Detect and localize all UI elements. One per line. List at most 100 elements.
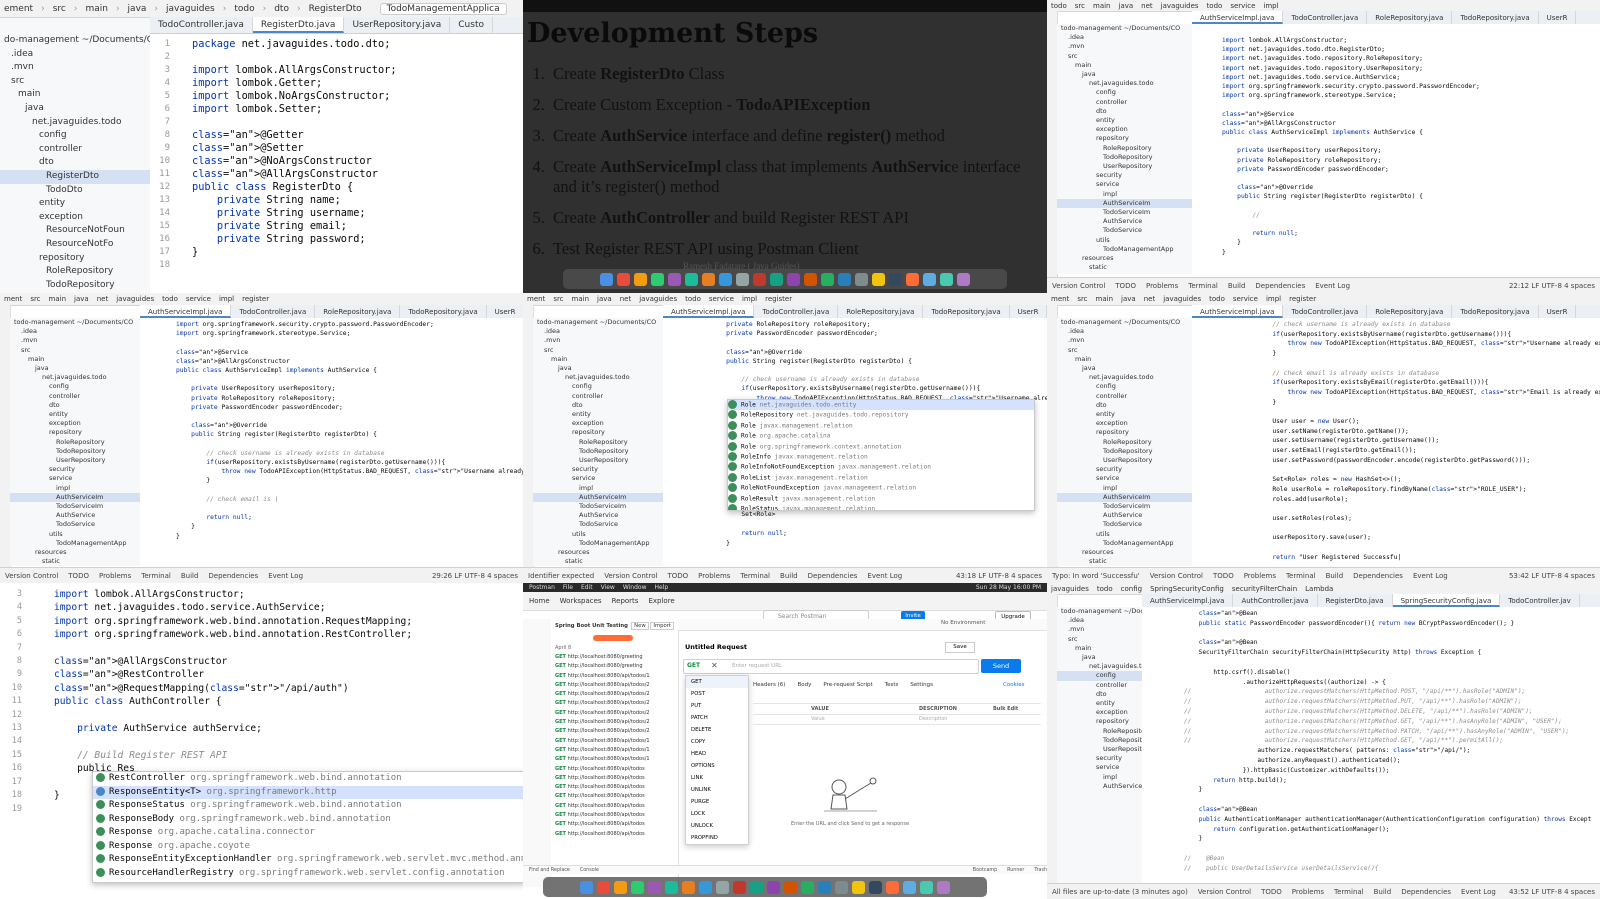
- environment-select[interactable]: No Environment: [941, 620, 985, 626]
- tool-window-button[interactable]: Problems: [1287, 888, 1329, 896]
- tree-item[interactable]: .idea: [1057, 616, 1142, 625]
- tree-item[interactable]: .idea: [10, 327, 140, 336]
- completion-item[interactable]: ResponseStatus org.springframework.web.b…: [93, 799, 523, 813]
- dock-app-icon[interactable]: [838, 272, 851, 286]
- tree-item[interactable]: entity: [1057, 699, 1142, 708]
- completion-item[interactable]: Role javax.management.relation: [728, 420, 1034, 431]
- tree-item[interactable]: dto: [1057, 690, 1142, 699]
- tree-item[interactable]: UserRepository: [10, 456, 140, 465]
- tree-item[interactable]: utils: [1057, 236, 1192, 245]
- tool-window-button[interactable]: Version Control: [1193, 888, 1256, 896]
- breadcrumb-item[interactable]: src: [49, 4, 70, 14]
- dock-app-icon[interactable]: [889, 272, 902, 286]
- nav-item[interactable]: Reports: [612, 597, 639, 605]
- tree-item[interactable]: UserRepository: [1057, 456, 1192, 465]
- dock-app-icon[interactable]: [580, 880, 593, 894]
- tree-item[interactable]: RegisterDto: [0, 169, 150, 184]
- tree-item[interactable]: repository: [533, 428, 663, 437]
- tree-item[interactable]: java: [10, 364, 140, 373]
- tool-window-button[interactable]: Event Log: [862, 572, 907, 580]
- tool-window-button[interactable]: Version Control: [599, 572, 662, 580]
- tree-item[interactable]: .idea: [0, 48, 150, 62]
- editor-tab[interactable]: AuthServiceImpl.java: [1192, 11, 1284, 24]
- tree-item[interactable]: resources: [533, 548, 663, 557]
- tree-item[interactable]: .mvn: [1057, 42, 1192, 51]
- completion-popup[interactable]: Role net.javaguides.todo.entity RoleRepos…: [727, 399, 1035, 511]
- dock-app-icon[interactable]: [716, 880, 729, 894]
- completion-item[interactable]: ResponseEntity<T> org.springframework.ht…: [93, 785, 523, 799]
- new-button[interactable]: New: [631, 622, 649, 630]
- tree-item[interactable]: exception: [533, 419, 663, 428]
- editor-tab[interactable]: SpringSecurityConfig.java: [1392, 594, 1501, 607]
- history-item[interactable]: GET http://localhost:8080/api/todos/2: [555, 718, 676, 727]
- tree-item[interactable]: service: [1057, 763, 1142, 772]
- tree-item[interactable]: UserRepository: [1057, 162, 1192, 171]
- editor-tab[interactable]: TodoController.jav: [1500, 594, 1580, 607]
- tree-item[interactable]: net.javaguides.todo: [0, 116, 150, 130]
- breadcrumb-item[interactable]: java: [124, 4, 151, 14]
- history-item[interactable]: GET http://localhost:8080/api/todos/1: [555, 746, 676, 755]
- tree-item[interactable]: .idea: [1057, 33, 1192, 42]
- tree-item[interactable]: exception: [1057, 125, 1192, 134]
- tree-item[interactable]: entity: [0, 197, 150, 211]
- tree-item[interactable]: AuthServiceIm: [1057, 492, 1192, 503]
- method-option[interactable]: LOCK: [686, 808, 748, 820]
- tree-item[interactable]: .mvn: [10, 336, 140, 345]
- tree-item[interactable]: AuthServiceIm: [1057, 782, 1142, 791]
- tree-item[interactable]: RoleRepository: [10, 438, 140, 447]
- dock-app-icon[interactable]: [665, 880, 678, 894]
- tool-window-button[interactable]: Terminal: [1281, 572, 1321, 580]
- completion-popup[interactable]: RestController org.springframework.web.b…: [92, 771, 523, 883]
- dock-app-icon[interactable]: [651, 272, 664, 286]
- dock-app-icon[interactable]: [634, 272, 647, 286]
- tool-window-button[interactable]: Terminal: [1329, 888, 1369, 896]
- tree-item[interactable]: RoleRepository: [0, 265, 150, 279]
- tree-item[interactable]: net.javaguides.todo: [10, 373, 140, 382]
- tool-window-button[interactable]: TODO: [1110, 282, 1141, 290]
- tree-item[interactable]: TodoManagementApp: [10, 539, 140, 548]
- history-item[interactable]: GET http://localhost:8080/api/todos: [555, 830, 676, 839]
- tree-item[interactable]: config: [10, 382, 140, 391]
- dock-app-icon[interactable]: [804, 272, 817, 286]
- tool-window-button[interactable]: Terminal: [735, 572, 775, 580]
- editor-tab[interactable]: RoleRepository.java: [1367, 11, 1453, 24]
- completion-item[interactable]: RestController org.springframework.web.b…: [93, 772, 523, 786]
- history-item[interactable]: GET http://localhost:8080/api/todos/1: [555, 755, 676, 764]
- editor-tab[interactable]: TodoController.java: [1283, 11, 1368, 24]
- code-editor[interactable]: private RoleRepository roleRepository; p…: [663, 318, 1047, 568]
- history-item[interactable]: GET http://localhost:8080/api/todos/2: [555, 699, 676, 708]
- tree-item[interactable]: RoleRepository: [1057, 727, 1142, 736]
- method-option[interactable]: POST: [686, 688, 748, 700]
- tree-item[interactable]: service: [533, 474, 663, 483]
- tree-item[interactable]: java: [533, 364, 663, 373]
- tree-item[interactable]: net.javaguides.todo: [533, 373, 663, 382]
- breadcrumb-item[interactable]: javaguides: [162, 4, 219, 14]
- menu-item[interactable]: Postman: [529, 584, 555, 591]
- tree-item[interactable]: .mvn: [533, 336, 663, 345]
- tree-item[interactable]: security: [1057, 465, 1192, 474]
- method-option[interactable]: UNLOCK: [686, 820, 748, 832]
- tree-item[interactable]: TodoServiceIm: [10, 502, 140, 511]
- request-tab[interactable]: Body: [797, 682, 811, 688]
- dock-app-icon[interactable]: [770, 272, 783, 286]
- method-option[interactable]: OPTIONS: [686, 760, 748, 772]
- tree-item[interactable]: static: [1057, 263, 1192, 272]
- footer-item[interactable]: Console: [580, 868, 599, 873]
- tree-item[interactable]: TodoService: [533, 520, 663, 529]
- method-option[interactable]: GET: [686, 676, 748, 688]
- dock-app-icon[interactable]: [597, 880, 610, 894]
- tree-item[interactable]: AuthService: [533, 511, 663, 520]
- tree-item[interactable]: src: [10, 346, 140, 355]
- dock-app-icon[interactable]: [617, 272, 630, 286]
- send-button[interactable]: Send: [981, 659, 1021, 673]
- dock-app-icon[interactable]: [821, 272, 834, 286]
- tree-item[interactable]: AuthService: [10, 511, 140, 520]
- editor-tab[interactable]: UserRepository.java: [344, 17, 451, 33]
- method-dropdown[interactable]: GET POST PUT PATCH DELETE COPY HEAD OPTIONS LINK…: [685, 675, 749, 845]
- footer-item[interactable]: Bootcamp: [973, 868, 997, 873]
- tree-item[interactable]: utils: [10, 530, 140, 539]
- tree-item[interactable]: src: [1057, 635, 1142, 644]
- method-option[interactable]: LINK: [686, 772, 748, 784]
- footer-item[interactable]: Trash: [1034, 868, 1047, 873]
- tool-window-button[interactable]: Terminal: [1183, 282, 1223, 290]
